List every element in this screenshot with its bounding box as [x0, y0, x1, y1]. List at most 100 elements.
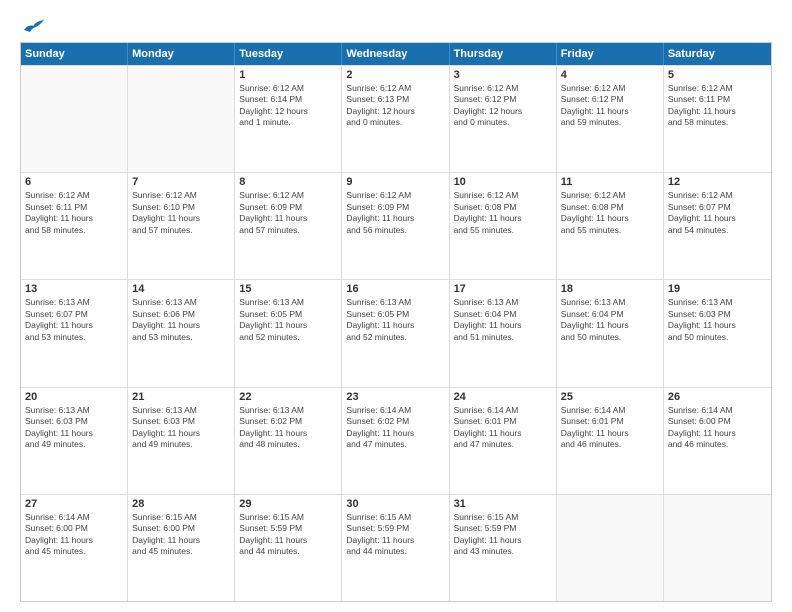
cell-info-line: Sunset: 6:11 PM [668, 94, 767, 105]
cell-info-line: Daylight: 11 hours [454, 535, 552, 546]
cell-info-line: Sunrise: 6:15 AM [239, 512, 337, 523]
calendar-header: SundayMondayTuesdayWednesdayThursdayFrid… [21, 43, 771, 65]
cell-info-line: Sunset: 5:59 PM [239, 523, 337, 534]
cell-info-line: Daylight: 11 hours [25, 213, 123, 224]
cell-info-line: and 52 minutes. [346, 332, 444, 343]
cell-info-line: and 44 minutes. [239, 546, 337, 557]
cell-info-line: Sunrise: 6:13 AM [239, 297, 337, 308]
calendar-cell: 9Sunrise: 6:12 AMSunset: 6:09 PMDaylight… [342, 173, 449, 279]
cell-info-line: Sunrise: 6:13 AM [132, 297, 230, 308]
calendar-cell [557, 495, 664, 601]
cell-info-line: Sunrise: 6:13 AM [25, 405, 123, 416]
cell-info-line: and 0 minutes. [346, 117, 444, 128]
cell-info-line: Sunrise: 6:14 AM [561, 405, 659, 416]
day-number: 3 [454, 69, 552, 81]
calendar-cell: 21Sunrise: 6:13 AMSunset: 6:03 PMDayligh… [128, 388, 235, 494]
cell-info-line: Sunset: 6:09 PM [346, 202, 444, 213]
cell-info-line: Daylight: 11 hours [561, 106, 659, 117]
day-number: 20 [25, 391, 123, 403]
cell-info-line: Daylight: 11 hours [454, 428, 552, 439]
cell-info-line: Daylight: 11 hours [239, 428, 337, 439]
calendar-cell: 2Sunrise: 6:12 AMSunset: 6:13 PMDaylight… [342, 66, 449, 172]
calendar-cell: 11Sunrise: 6:12 AMSunset: 6:08 PMDayligh… [557, 173, 664, 279]
day-number: 24 [454, 391, 552, 403]
calendar-cell: 10Sunrise: 6:12 AMSunset: 6:08 PMDayligh… [450, 173, 557, 279]
cell-info-line: Daylight: 11 hours [25, 320, 123, 331]
day-number: 2 [346, 69, 444, 81]
day-number: 21 [132, 391, 230, 403]
cell-info-line: and 45 minutes. [132, 546, 230, 557]
cell-info-line: and 56 minutes. [346, 225, 444, 236]
header-day-wednesday: Wednesday [342, 43, 449, 65]
header-day-monday: Monday [128, 43, 235, 65]
day-number: 16 [346, 283, 444, 295]
calendar-cell: 15Sunrise: 6:13 AMSunset: 6:05 PMDayligh… [235, 280, 342, 386]
cell-info-line: Sunrise: 6:13 AM [239, 405, 337, 416]
calendar-cell: 16Sunrise: 6:13 AMSunset: 6:05 PMDayligh… [342, 280, 449, 386]
cell-info-line: Sunset: 6:14 PM [239, 94, 337, 105]
day-number: 23 [346, 391, 444, 403]
cell-info-line: Daylight: 11 hours [668, 428, 767, 439]
cell-info-line: Daylight: 11 hours [346, 428, 444, 439]
calendar-cell: 31Sunrise: 6:15 AMSunset: 5:59 PMDayligh… [450, 495, 557, 601]
calendar-row-5: 27Sunrise: 6:14 AMSunset: 6:00 PMDayligh… [21, 494, 771, 601]
cell-info-line: Sunrise: 6:12 AM [561, 83, 659, 94]
calendar-cell: 28Sunrise: 6:15 AMSunset: 6:00 PMDayligh… [128, 495, 235, 601]
cell-info-line: and 58 minutes. [25, 225, 123, 236]
logo-bird-icon [22, 16, 46, 34]
day-number: 30 [346, 498, 444, 510]
day-number: 7 [132, 176, 230, 188]
calendar-row-4: 20Sunrise: 6:13 AMSunset: 6:03 PMDayligh… [21, 387, 771, 494]
calendar-row-1: 1 Sunrise: 6:12 AM Sunset: 6:14 PM Daylight… [21, 65, 771, 172]
cell-info-line: Sunrise: 6:12 AM [346, 190, 444, 201]
calendar-row-2: 6Sunrise: 6:12 AMSunset: 6:11 PMDaylight… [21, 172, 771, 279]
calendar-cell: 24Sunrise: 6:14 AMSunset: 6:01 PMDayligh… [450, 388, 557, 494]
day-number: 14 [132, 283, 230, 295]
cell-info-line: Sunset: 6:12 PM [454, 94, 552, 105]
cell-info-line: and 53 minutes. [132, 332, 230, 343]
cell-info-line: Sunset: 6:09 PM [239, 202, 337, 213]
calendar-cell: 25Sunrise: 6:14 AMSunset: 6:01 PMDayligh… [557, 388, 664, 494]
cell-info-line: Sunrise: 6:13 AM [668, 297, 767, 308]
cell-info-line: Sunrise: 6:12 AM [25, 190, 123, 201]
day-number: 22 [239, 391, 337, 403]
cell-info-line: and 52 minutes. [239, 332, 337, 343]
cell-info-line: Daylight: 11 hours [561, 428, 659, 439]
day-number: 27 [25, 498, 123, 510]
cell-info-line: Daylight: 12 hours [346, 106, 444, 117]
cell-info-line: Sunrise: 6:14 AM [346, 405, 444, 416]
cell-info-line: Sunrise: 6:14 AM [668, 405, 767, 416]
cell-info-line: Daylight: 11 hours [561, 213, 659, 224]
cell-info-line: Daylight: 11 hours [668, 106, 767, 117]
cell-info-line: and 49 minutes. [132, 439, 230, 450]
day-number: 29 [239, 498, 337, 510]
calendar-cell: 8Sunrise: 6:12 AMSunset: 6:09 PMDaylight… [235, 173, 342, 279]
cell-info-line: Daylight: 11 hours [561, 320, 659, 331]
cell-info-line: and 49 minutes. [25, 439, 123, 450]
cell-info-line: and 51 minutes. [454, 332, 552, 343]
calendar-cell: 17Sunrise: 6:13 AMSunset: 6:04 PMDayligh… [450, 280, 557, 386]
cell-info-line: Daylight: 11 hours [346, 535, 444, 546]
cell-info-line: and 55 minutes. [561, 225, 659, 236]
calendar-cell: 4Sunrise: 6:12 AMSunset: 6:12 PMDaylight… [557, 66, 664, 172]
cell-info-line: Sunrise: 6:13 AM [132, 405, 230, 416]
cell-info-line: Sunrise: 6:12 AM [561, 190, 659, 201]
cell-info-line: Sunrise: 6:15 AM [346, 512, 444, 523]
calendar-cell: 7Sunrise: 6:12 AMSunset: 6:10 PMDaylight… [128, 173, 235, 279]
cell-info-line: and 54 minutes. [668, 225, 767, 236]
cell-info-line: Sunrise: 6:12 AM [454, 190, 552, 201]
day-number: 1 [239, 69, 337, 81]
header [20, 16, 772, 34]
logo [20, 16, 46, 34]
day-number: 17 [454, 283, 552, 295]
day-number: 13 [25, 283, 123, 295]
header-day-sunday: Sunday [21, 43, 128, 65]
cell-info-line: Sunset: 6:01 PM [561, 416, 659, 427]
day-number: 8 [239, 176, 337, 188]
cell-info-line: Sunrise: 6:13 AM [25, 297, 123, 308]
cell-info-line: and 53 minutes. [25, 332, 123, 343]
calendar-cell: 3Sunrise: 6:12 AMSunset: 6:12 PMDaylight… [450, 66, 557, 172]
cell-info-line: Sunset: 6:00 PM [25, 523, 123, 534]
cell-info-line: Sunset: 6:08 PM [454, 202, 552, 213]
cell-info-line: Sunset: 6:04 PM [454, 309, 552, 320]
